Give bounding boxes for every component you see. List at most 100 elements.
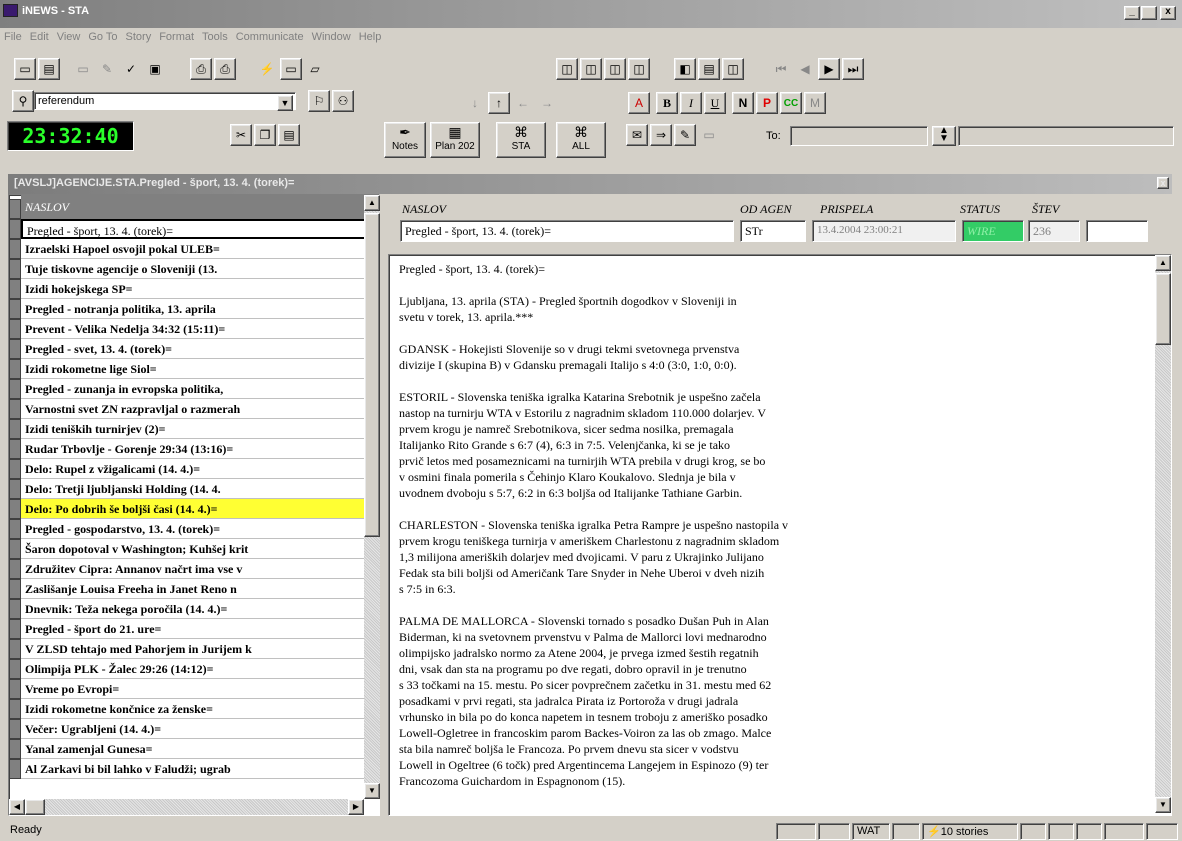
find-icon[interactable]: ⚐ <box>308 90 330 112</box>
queue-row[interactable]: Pregled - notranja politika, 13. aprila <box>21 299 370 319</box>
minimize-button[interactable]: _ <box>1124 6 1140 20</box>
search-input[interactable]: referendum <box>38 95 94 107</box>
close-button[interactable]: x <box>1160 6 1176 20</box>
first-icon[interactable]: ⏮ <box>770 58 792 80</box>
queue-row[interactable]: Pregled - šport do 21. ure= <box>21 619 370 639</box>
scroll-thumb[interactable] <box>364 213 380 537</box>
bold-button[interactable]: B <box>656 92 678 114</box>
queue-row[interactable]: Izidi hokejskega SP= <box>21 279 370 299</box>
archive-icon[interactable]: ▭ <box>698 124 720 146</box>
binoculars-icon[interactable]: ⚇ <box>332 90 354 112</box>
reply-icon[interactable]: ✎ <box>674 124 696 146</box>
sta-button[interactable]: ⌘ STA <box>496 122 546 158</box>
all-button[interactable]: ⌘ ALL <box>556 122 606 158</box>
next-icon[interactable]: ▶ <box>818 58 840 80</box>
menu-help[interactable]: Help <box>355 28 386 46</box>
print-queue-icon[interactable]: ⎙ <box>214 58 236 80</box>
scroll-left-icon[interactable]: ◀ <box>9 799 25 815</box>
layout-7-icon[interactable]: ◫ <box>722 58 744 80</box>
queue-row[interactable]: Izidi teniških turnirjev (2)= <box>21 419 370 439</box>
maximize-button[interactable] <box>1141 6 1157 20</box>
search-combo[interactable]: referendum ▼ <box>34 92 296 111</box>
menu-tools[interactable]: Tools <box>198 28 232 46</box>
to-field[interactable] <box>790 126 928 146</box>
down-arrow-icon[interactable]: ↓ <box>464 92 486 114</box>
queue-row[interactable]: Izraelski Hapoel osvojil pokal ULEB= <box>21 239 370 259</box>
paste-icon[interactable]: ▤ <box>278 124 300 146</box>
notes-button[interactable]: ✒ Notes <box>384 122 426 158</box>
queue-row[interactable]: Delo: Tretji ljubljanski Holding (14. 4. <box>21 479 370 499</box>
lightning-icon[interactable]: ⚡ <box>256 58 278 80</box>
queue-scrollbar[interactable]: ▲ ▼ <box>364 195 380 799</box>
story-text[interactable]: Pregled - šport, 13. 4. (torek)= Ljublja… <box>399 261 1139 805</box>
story-body[interactable]: Pregled - šport, 13. 4. (torek)= Ljublja… <box>388 254 1172 816</box>
copy-icon[interactable]: ❐ <box>254 124 276 146</box>
menu-file[interactable]: File <box>0 28 26 46</box>
spellcheck-icon[interactable]: ✓ <box>120 58 142 80</box>
new-story-icon[interactable]: ▭ <box>14 58 36 80</box>
menu-goto[interactable]: Go To <box>84 28 121 46</box>
layout-1-icon[interactable]: ◫ <box>556 58 578 80</box>
layout-4-icon[interactable]: ◫ <box>628 58 650 80</box>
italic-button[interactable]: I <box>680 92 702 114</box>
queue-row[interactable]: Pregled - svet, 13. 4. (torek)= <box>21 339 370 359</box>
menu-communicate[interactable]: Communicate <box>232 28 308 46</box>
n-button[interactable]: N <box>732 92 754 114</box>
search-scope-icon[interactable]: ⚲ <box>12 90 34 112</box>
duplicate-icon[interactable]: ✎ <box>96 58 118 80</box>
hscroll-thumb[interactable] <box>25 799 45 815</box>
close-icon[interactable]: x <box>1157 177 1169 189</box>
scroll-right-icon[interactable]: ▶ <box>348 799 364 815</box>
plan-button[interactable]: ▦ Plan 202 <box>430 122 480 158</box>
send-icon[interactable]: ✉ <box>626 124 648 146</box>
queue-row[interactable]: Izidi rokometne lige Siol= <box>21 359 370 379</box>
left-arrow-icon[interactable]: ← <box>512 92 534 114</box>
queue-row[interactable]: Delo: Po dobrih še boljši časi (14. 4.)= <box>21 499 370 519</box>
layout-5-icon[interactable]: ◧ <box>674 58 696 80</box>
queue-row[interactable]: Vreme po Evropi= <box>21 679 370 699</box>
cc-button[interactable]: CC <box>780 92 802 114</box>
new-queue-icon[interactable]: ▭ <box>72 58 94 80</box>
save-icon[interactable]: ▣ <box>144 58 166 80</box>
menu-format[interactable]: Format <box>155 28 198 46</box>
print-icon[interactable]: ⎙ <box>190 58 212 80</box>
od-agen-field[interactable]: STr <box>740 220 806 242</box>
cut-icon[interactable]: ✂ <box>230 124 252 146</box>
queue-row[interactable]: Večer: Ugrabljeni (14. 4.)= <box>21 719 370 739</box>
m-button[interactable]: M <box>804 92 826 114</box>
queue-row[interactable]: Pregled - gospodarstvo, 13. 4. (torek)= <box>21 519 370 539</box>
prev-icon[interactable]: ◀ <box>794 58 816 80</box>
extra-field[interactable] <box>1086 220 1148 242</box>
naslov-field[interactable]: Pregled - šport, 13. 4. (torek)= <box>400 220 734 242</box>
menu-window[interactable]: Window <box>308 28 355 46</box>
queue-row[interactable]: Yanal zamenjal Gunesa= <box>21 739 370 759</box>
font-color-icon[interactable]: A <box>628 92 650 114</box>
layout-6-icon[interactable]: ▤ <box>698 58 720 80</box>
scroll-thumb[interactable] <box>1155 273 1171 345</box>
open-icon[interactable]: ▤ <box>38 58 60 80</box>
queue-row[interactable]: Šaron dopotoval v Washington; Kuhšej kri… <box>21 539 370 559</box>
to-extra-field[interactable] <box>958 126 1174 146</box>
queue-row[interactable]: Al Zarkavi bi bil lahko v Faludži; ugrab <box>21 759 370 779</box>
queue-row[interactable]: Izidi rokometne končnice za ženske= <box>21 699 370 719</box>
scroll-up-icon[interactable]: ▲ <box>1155 255 1171 271</box>
spinner-icon[interactable]: ▲ ▼ <box>932 126 956 146</box>
queue-row[interactable]: Delo: Rupel z vžigalicami (14. 4.)= <box>21 459 370 479</box>
queue-row[interactable]: Zaslišanje Louisa Freeha in Janet Reno n <box>21 579 370 599</box>
scroll-up-icon[interactable]: ▲ <box>364 195 380 211</box>
underline-button[interactable]: U <box>704 92 726 114</box>
layout-3-icon[interactable]: ◫ <box>604 58 626 80</box>
scroll-down-icon[interactable]: ▼ <box>1155 797 1171 813</box>
queue-row[interactable]: V ZLSD tehtajo med Pahorjem in Jurijem k <box>21 639 370 659</box>
queue-header[interactable]: NASLOV <box>21 195 370 219</box>
scroll-down-icon[interactable]: ▼ <box>364 783 380 799</box>
right-arrow-icon[interactable]: → <box>536 92 558 114</box>
queue-row[interactable]: Pregled - zunanja in evropska politika, <box>21 379 370 399</box>
queue-row[interactable]: Pregled - šport, 13. 4. (torek)= <box>21 219 370 239</box>
layout-2-icon[interactable]: ◫ <box>580 58 602 80</box>
up-arrow-icon[interactable]: ↑ <box>488 92 510 114</box>
queue-row[interactable]: Rudar Trbovlje - Gorenje 29:34 (13:16)= <box>21 439 370 459</box>
last-icon[interactable]: ⏭ <box>842 58 864 80</box>
menu-edit[interactable]: Edit <box>26 28 53 46</box>
queue-hscrollbar[interactable]: ◀ ▶ <box>9 799 364 815</box>
